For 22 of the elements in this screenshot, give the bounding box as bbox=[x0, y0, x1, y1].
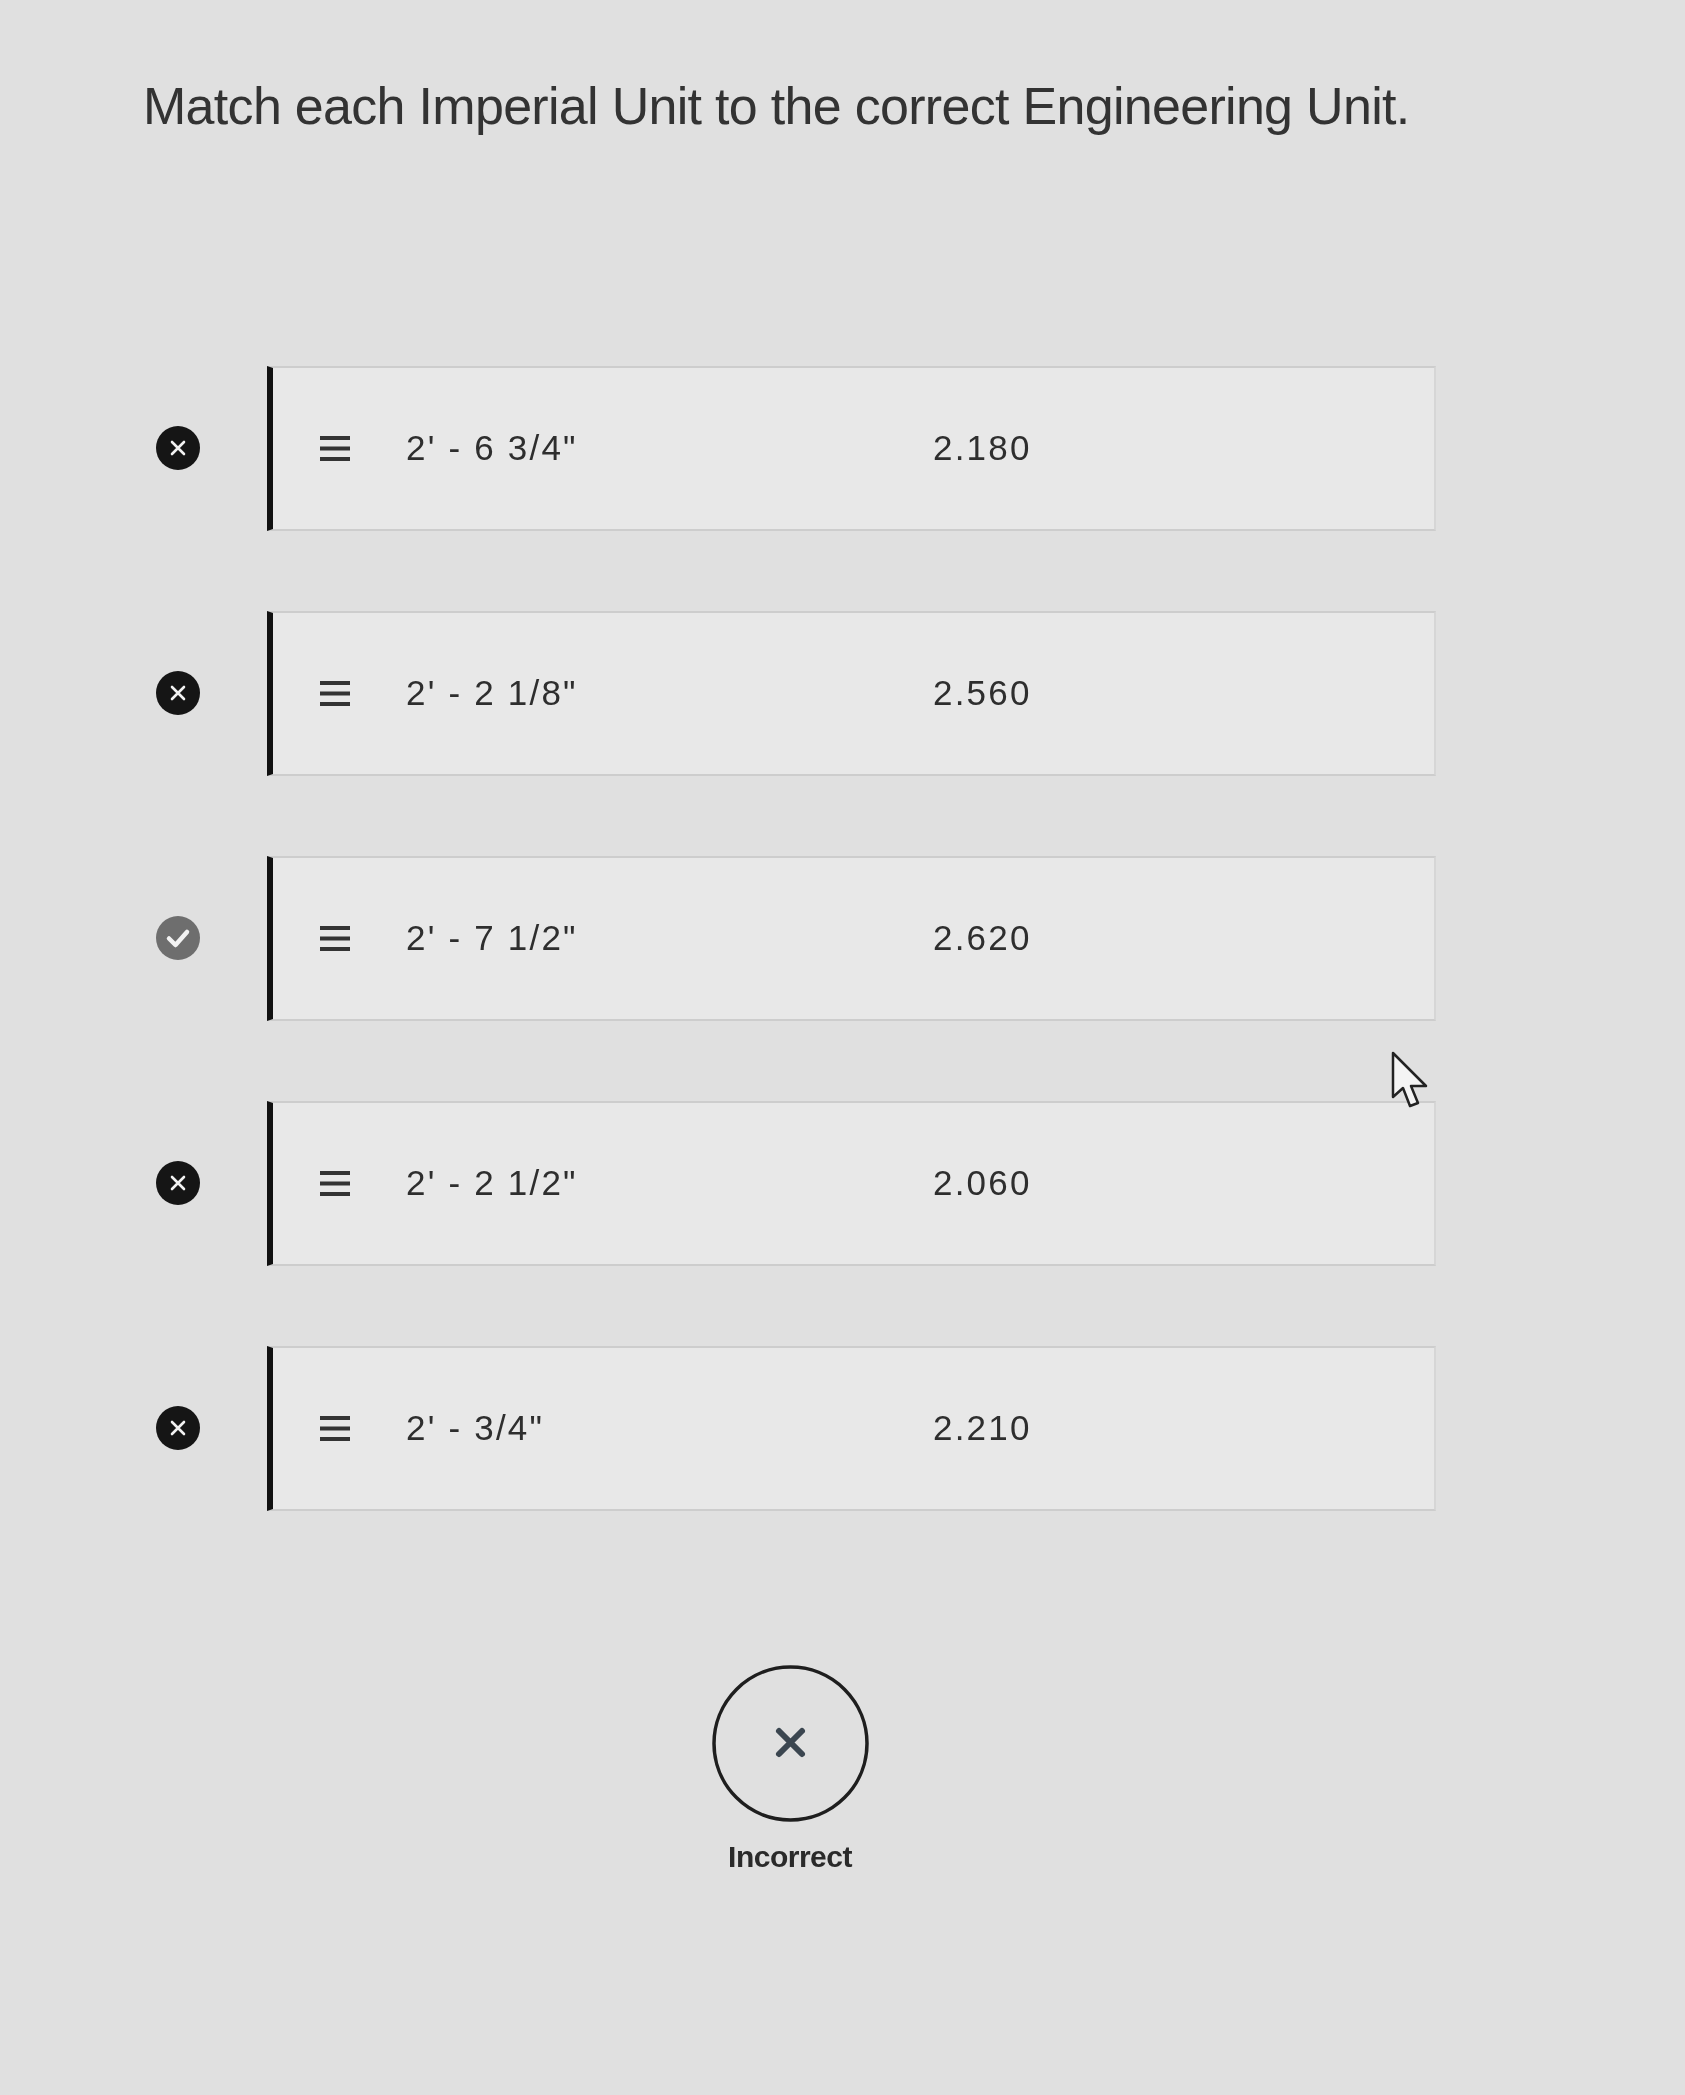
answer-card[interactable]: 2' - 2 1/8" 2.560 bbox=[267, 610, 1436, 776]
answer-card[interactable]: 2' - 7 1/2" 2.620 bbox=[267, 855, 1436, 1021]
result-label: Incorrect bbox=[728, 1839, 852, 1874]
imperial-unit: 2' - 2 1/2" bbox=[406, 1163, 578, 1204]
imperial-unit: 2' - 6 3/4" bbox=[406, 428, 578, 469]
drag-handle-icon[interactable] bbox=[320, 680, 350, 706]
question-text: Match each Imperial Unit to the correct Engineering Unit. bbox=[143, 77, 1410, 137]
drag-handle-icon[interactable] bbox=[320, 1170, 350, 1196]
engineering-unit: 2.560 bbox=[933, 673, 1032, 714]
imperial-unit: 2' - 3/4" bbox=[406, 1408, 545, 1449]
engineering-unit: 2.060 bbox=[933, 1163, 1032, 1204]
drag-handle-icon[interactable] bbox=[320, 435, 350, 461]
answer-card[interactable]: 2' - 2 1/2" 2.060 bbox=[267, 1100, 1436, 1266]
imperial-unit: 2' - 2 1/8" bbox=[406, 673, 578, 714]
drag-handle-icon[interactable] bbox=[320, 1415, 350, 1441]
engineering-unit: 2.620 bbox=[933, 918, 1032, 959]
engineering-unit: 2.180 bbox=[933, 428, 1032, 469]
engineering-unit: 2.210 bbox=[933, 1408, 1032, 1449]
imperial-unit: 2' - 7 1/2" bbox=[406, 918, 578, 959]
answer-card[interactable]: 2' - 6 3/4" 2.180 bbox=[267, 365, 1436, 531]
answer-card[interactable]: 2' - 3/4" 2.210 bbox=[267, 1345, 1436, 1511]
drag-handle-icon[interactable] bbox=[320, 925, 350, 951]
